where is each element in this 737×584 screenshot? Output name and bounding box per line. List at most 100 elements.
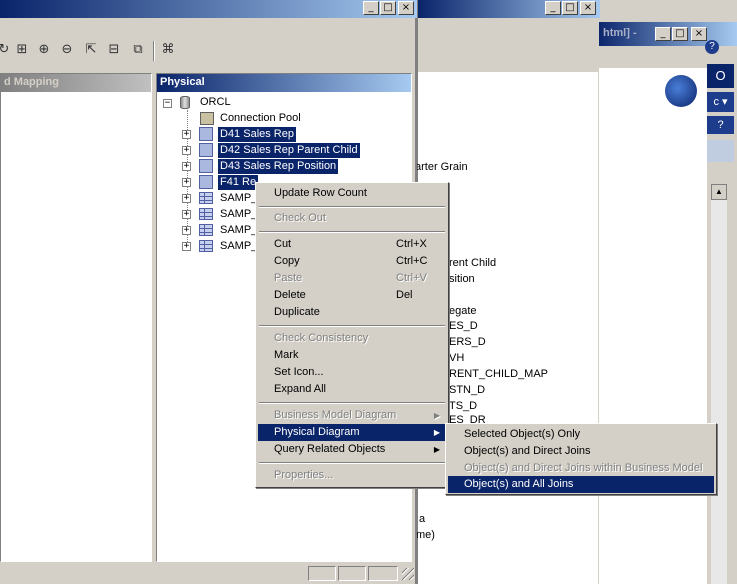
context-menu: Update Row Count Check Out Cut Ctrl+X Cop… bbox=[255, 182, 449, 488]
menu-item-query-related-objects[interactable]: Query Related Objects ▶ bbox=[258, 441, 446, 458]
menu-item-set-icon[interactable]: Set Icon... bbox=[258, 364, 446, 381]
menu-item-expand-all[interactable]: Expand All bbox=[258, 381, 446, 398]
layout-icon[interactable]: ⌘ bbox=[160, 42, 176, 58]
menu-item-check-out[interactable]: Check Out bbox=[258, 210, 446, 227]
tree-item-label: D41 Sales Rep bbox=[218, 127, 296, 142]
sidebar-scrollbar[interactable]: ▲ bbox=[711, 184, 727, 584]
tree-item-row[interactable]: + SAMP_ bbox=[182, 239, 262, 255]
back-right-maximize-button[interactable]: □ bbox=[672, 27, 688, 41]
tree-root-row[interactable]: − ORCL bbox=[160, 95, 400, 111]
pan-icon[interactable]: ↻ bbox=[0, 42, 12, 58]
tree-item-row[interactable]: + SAMP_ bbox=[182, 223, 262, 239]
bg-text: TS_D bbox=[449, 400, 478, 412]
tree-item-row[interactable]: + D42 Sales Rep Parent Child bbox=[182, 143, 402, 159]
menu-item-update-row-count[interactable]: Update Row Count bbox=[258, 185, 446, 202]
tree-item-row[interactable]: + D41 Sales Rep bbox=[182, 127, 402, 143]
tree-item-label: D43 Sales Rep Position bbox=[218, 159, 339, 174]
business-panel: d Mapping bbox=[0, 73, 152, 562]
back-middle-minimize-button[interactable]: _ bbox=[545, 1, 561, 15]
copy-shortcut: Ctrl+C bbox=[396, 255, 428, 267]
tree-item-label: F41 Re bbox=[216, 174, 260, 191]
menu-item-duplicate[interactable]: Duplicate bbox=[258, 304, 446, 321]
delete-shortcut: Del bbox=[396, 289, 413, 301]
submenu-arrow-icon: ▶ bbox=[433, 445, 440, 454]
front-maximize-button[interactable]: □ bbox=[380, 1, 396, 15]
scroll-up-arrow-icon[interactable]: ▲ bbox=[711, 184, 727, 200]
tree-root-label: ORCL bbox=[200, 96, 231, 108]
status-cell-3 bbox=[368, 566, 398, 581]
menu-item-mark[interactable]: Mark bbox=[258, 347, 446, 364]
submenu-item-direct-joins-business-model[interactable]: Object(s) and Direct Joins within Busine… bbox=[448, 460, 714, 477]
expand-icon[interactable]: + bbox=[182, 146, 191, 155]
collapse-icon[interactable]: − bbox=[163, 99, 172, 108]
sidebar-tab[interactable] bbox=[707, 140, 734, 162]
tree-item-row[interactable]: + SAMP_ bbox=[182, 207, 262, 223]
tree-connection-pool-row[interactable]: Connection Pool bbox=[196, 111, 396, 127]
delete-label: Delete bbox=[274, 289, 306, 301]
back-right-minimize-button[interactable]: _ bbox=[655, 27, 671, 41]
tree-item-label: SAMP_ bbox=[220, 224, 258, 236]
toolbar-separator bbox=[153, 41, 155, 61]
menu-item-physical-diagram[interactable]: Physical Diagram ▶ bbox=[258, 424, 446, 441]
table-icon bbox=[199, 224, 213, 236]
submenu-item-all-joins[interactable]: Object(s) and All Joins bbox=[448, 476, 714, 493]
table-icon bbox=[199, 208, 213, 220]
tree-item-row[interactable]: + D43 Sales Rep Position bbox=[182, 159, 402, 175]
help-icon[interactable]: ? bbox=[705, 40, 719, 54]
join-icon[interactable]: ⧉ bbox=[130, 42, 146, 58]
toolbar: ↻ ⊞ ⊕ ⊖ ⇱ ⊟ ⧉ ⌘ bbox=[0, 34, 200, 66]
front-close-button[interactable]: × bbox=[398, 1, 414, 15]
table-folder-icon bbox=[199, 175, 213, 189]
sidebar-help-icon[interactable]: ? bbox=[707, 116, 734, 134]
menu-item-paste[interactable]: Paste Ctrl+V bbox=[258, 270, 446, 287]
bg-text: egate bbox=[449, 305, 477, 317]
menu-item-delete[interactable]: Delete Del bbox=[258, 287, 446, 304]
zoom-out-icon[interactable]: ⊖ bbox=[59, 42, 75, 58]
expand-icon[interactable]: + bbox=[182, 178, 191, 187]
expand-icon[interactable]: + bbox=[182, 210, 191, 219]
submenu-arrow-icon: ▶ bbox=[433, 411, 440, 420]
tree-item-row[interactable]: + SAMP_ bbox=[182, 191, 262, 207]
zoom-fit-icon[interactable]: ⊞ bbox=[14, 42, 30, 58]
menu-item-business-model-diagram[interactable]: Business Model Diagram ▶ bbox=[258, 407, 446, 424]
expand-icon[interactable]: + bbox=[182, 226, 191, 235]
status-cell-1 bbox=[308, 566, 336, 581]
submenu-arrow-icon: ▶ bbox=[433, 428, 440, 437]
physical-diagram-label: Physical Diagram bbox=[274, 426, 360, 438]
sidebar-button-2[interactable]: c ▾ bbox=[707, 92, 734, 112]
status-cell-2 bbox=[338, 566, 366, 581]
zoom-in-icon[interactable]: ⊕ bbox=[36, 42, 52, 58]
menu-separator bbox=[259, 462, 445, 464]
menu-item-cut[interactable]: Cut Ctrl+X bbox=[258, 236, 446, 253]
back-middle-maximize-button[interactable]: □ bbox=[562, 1, 578, 15]
back-middle-close-button[interactable]: × bbox=[580, 1, 596, 15]
select-icon[interactable]: ⇱ bbox=[83, 42, 99, 58]
expand-icon[interactable]: + bbox=[182, 162, 191, 171]
business-panel-title: d Mapping bbox=[1, 74, 151, 92]
bg-text: VH bbox=[449, 352, 465, 364]
sidebar-button-1[interactable]: O bbox=[707, 64, 734, 88]
back-right-close-button[interactable]: × bbox=[691, 27, 707, 41]
cut-shortcut: Ctrl+X bbox=[396, 238, 427, 250]
paste-label: Paste bbox=[274, 272, 303, 284]
bg-text: rent Child bbox=[449, 257, 497, 269]
bg-text: RENT_CHILD_MAP bbox=[449, 368, 549, 380]
table-folder-icon bbox=[199, 159, 213, 173]
menu-item-copy[interactable]: Copy Ctrl+C bbox=[258, 253, 446, 270]
table-icon bbox=[199, 240, 213, 252]
physical-panel-title: Physical bbox=[157, 74, 411, 92]
front-minimize-button[interactable]: _ bbox=[363, 1, 379, 15]
add-table-icon[interactable]: ⊟ bbox=[106, 42, 122, 58]
menu-item-check-consistency[interactable]: Check Consistency bbox=[258, 330, 446, 347]
submenu-item-selected-only[interactable]: Selected Object(s) Only bbox=[448, 426, 714, 443]
resize-grip-icon[interactable] bbox=[402, 568, 414, 580]
table-folder-icon bbox=[199, 127, 213, 141]
expand-icon[interactable]: + bbox=[182, 242, 191, 251]
menu-item-properties[interactable]: Properties... bbox=[258, 467, 446, 484]
table-icon bbox=[199, 192, 213, 204]
submenu-item-direct-joins[interactable]: Object(s) and Direct Joins bbox=[448, 443, 714, 460]
expand-icon[interactable]: + bbox=[182, 130, 191, 139]
expand-icon[interactable]: + bbox=[182, 194, 191, 203]
menu-separator bbox=[259, 402, 445, 404]
brand-logo-icon bbox=[665, 75, 697, 107]
